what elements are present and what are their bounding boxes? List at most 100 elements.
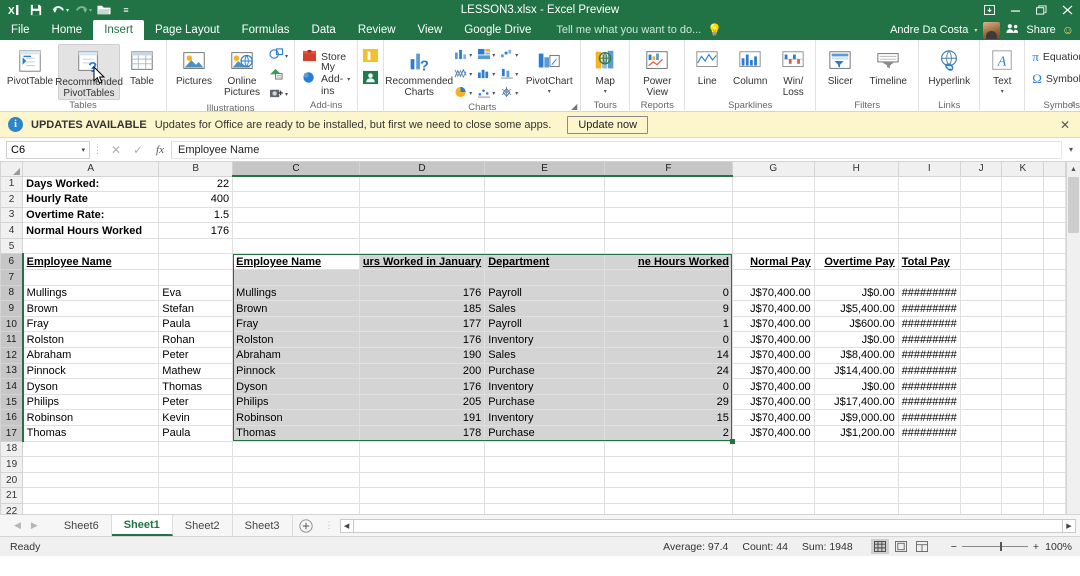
cell-E9[interactable]: Sales bbox=[484, 300, 605, 317]
cell-E2[interactable] bbox=[484, 191, 605, 208]
row-header-10[interactable]: 10 bbox=[0, 315, 24, 333]
cell-L18[interactable] bbox=[1043, 441, 1066, 458]
cell-C21[interactable] bbox=[232, 487, 360, 504]
cell-B7[interactable] bbox=[158, 269, 234, 286]
row-header-13[interactable]: 13 bbox=[0, 362, 24, 380]
cell-L16[interactable] bbox=[1043, 409, 1066, 426]
table-row[interactable]: 20 bbox=[0, 471, 1066, 489]
cell-J19[interactable] bbox=[960, 456, 1003, 473]
collapse-ribbon-icon[interactable]: ▵ bbox=[1070, 98, 1075, 109]
cell-F12[interactable]: 14 bbox=[604, 347, 733, 364]
row-header-15[interactable]: 15 bbox=[0, 393, 24, 411]
column-header-g[interactable]: G bbox=[731, 162, 815, 177]
cell-I2[interactable] bbox=[898, 191, 961, 208]
cell-G17[interactable]: J$70,400.00 bbox=[732, 425, 815, 442]
table-row[interactable]: 3 Overtime Rate: 1.5 bbox=[0, 206, 1066, 224]
scroll-grip-icon[interactable]: ⋮ bbox=[319, 521, 340, 530]
cell-B12[interactable]: Peter bbox=[158, 347, 234, 364]
formula-input[interactable]: Employee Name bbox=[171, 140, 1062, 159]
tab-formulas[interactable]: Formulas bbox=[231, 20, 301, 40]
sheet-tab-sheet3[interactable]: Sheet3 bbox=[233, 515, 293, 536]
cell-D5[interactable] bbox=[359, 238, 486, 255]
column-header-k[interactable]: K bbox=[1001, 162, 1045, 177]
cell-A3[interactable]: Overtime Rate: bbox=[22, 207, 160, 224]
cell-J2[interactable] bbox=[960, 191, 1003, 208]
table-button[interactable]: Table bbox=[122, 44, 162, 87]
cell-F20[interactable] bbox=[604, 472, 733, 489]
table-row[interactable]: 13 Pinnock Mathew Pinnock 200 Purchase 24 J$70,… bbox=[0, 362, 1066, 380]
charts-dialog-launcher-icon[interactable]: ◢ bbox=[571, 102, 577, 111]
cell-F10[interactable]: 1 bbox=[604, 316, 733, 333]
cell-A1[interactable]: Days Worked: bbox=[22, 176, 160, 193]
my-addins-button[interactable]: My Add-ins ▾ bbox=[299, 61, 353, 97]
cell-K7[interactable] bbox=[1001, 269, 1045, 286]
column-header-d[interactable]: D bbox=[358, 162, 486, 177]
cell-G16[interactable]: J$70,400.00 bbox=[732, 409, 815, 426]
row-header-18[interactable]: 18 bbox=[0, 440, 24, 458]
cell-D4[interactable] bbox=[359, 222, 486, 239]
cell-D14[interactable]: 176 bbox=[359, 378, 486, 395]
line-chart-button[interactable]: ▾ bbox=[475, 85, 497, 102]
cell-A20[interactable] bbox=[22, 472, 160, 489]
cell-J9[interactable] bbox=[960, 300, 1003, 317]
cell-L7[interactable] bbox=[1043, 269, 1066, 286]
power-view-button[interactable]: Power View bbox=[634, 44, 680, 98]
table-row[interactable]: 1 Days Worked: 22 bbox=[0, 175, 1066, 193]
cell-J7[interactable] bbox=[960, 269, 1003, 286]
cell-A12[interactable]: Abraham bbox=[22, 347, 160, 364]
cell-B6[interactable] bbox=[158, 253, 234, 271]
cell-A15[interactable]: Philips bbox=[22, 394, 160, 411]
table-row[interactable]: 5 bbox=[0, 237, 1066, 255]
cell-I18[interactable] bbox=[898, 441, 961, 458]
horizontal-scroll-track[interactable] bbox=[353, 518, 1062, 533]
cell-I9[interactable]: ######### bbox=[898, 300, 961, 317]
cell-A17[interactable]: Thomas bbox=[22, 425, 160, 442]
shapes-button[interactable]: ▾ bbox=[267, 47, 290, 65]
cell-B8[interactable]: Eva bbox=[158, 285, 234, 302]
close-button[interactable] bbox=[1054, 0, 1080, 20]
cell-D11[interactable]: 176 bbox=[359, 331, 486, 349]
cell-E12[interactable]: Sales bbox=[484, 347, 605, 364]
add-sheet-button[interactable] bbox=[293, 515, 319, 536]
cell-B3[interactable]: 1.5 bbox=[158, 207, 234, 224]
cell-G5[interactable] bbox=[732, 238, 815, 255]
cell-I17[interactable]: ######### bbox=[898, 425, 961, 442]
cell-C9[interactable]: Brown bbox=[232, 300, 360, 317]
cell-E11[interactable]: Inventory bbox=[484, 331, 605, 349]
expand-formula-bar-icon[interactable]: ▾ bbox=[1064, 145, 1078, 154]
equation-button[interactable]: π Equation ▾ bbox=[1029, 48, 1080, 66]
table-row[interactable]: 19 bbox=[0, 456, 1066, 473]
waterfall-chart-caret-icon[interactable]: ▾ bbox=[515, 52, 518, 59]
cell-K12[interactable] bbox=[1001, 347, 1045, 364]
cell-F5[interactable] bbox=[604, 238, 733, 255]
cell-I21[interactable] bbox=[898, 487, 961, 504]
scroll-left-arrow-icon[interactable]: ◀ bbox=[339, 518, 354, 533]
line-chart-caret-icon[interactable]: ▾ bbox=[492, 90, 495, 97]
tab-review[interactable]: Review bbox=[347, 20, 407, 40]
cell-B18[interactable] bbox=[158, 441, 234, 458]
row-header-11[interactable]: 11 bbox=[0, 331, 24, 349]
cell-G18[interactable] bbox=[732, 441, 815, 458]
stock-chart-caret-icon[interactable]: ▾ bbox=[515, 71, 518, 78]
cell-A16[interactable]: Robinson bbox=[22, 409, 160, 426]
row-header-16[interactable]: 16 bbox=[0, 409, 24, 426]
vertical-scroll-thumb[interactable] bbox=[1068, 177, 1079, 233]
cell-K17[interactable] bbox=[1001, 425, 1045, 442]
name-box-caret-icon[interactable]: ▾ bbox=[81, 146, 85, 154]
cell-I14[interactable]: ######### bbox=[898, 378, 961, 395]
cell-K20[interactable] bbox=[1001, 472, 1045, 489]
cell-F22[interactable] bbox=[604, 503, 733, 514]
user-name-label[interactable]: Andre Da Costa bbox=[890, 24, 968, 36]
cell-C8[interactable]: Mullings bbox=[232, 285, 360, 302]
cell-H4[interactable] bbox=[814, 222, 899, 239]
cell-B16[interactable]: Kevin bbox=[158, 409, 234, 426]
symbol-button[interactable]: Ω Symbol bbox=[1029, 70, 1080, 88]
hierarchy-chart-button[interactable]: ▾ bbox=[475, 47, 497, 64]
cell-K5[interactable] bbox=[1001, 238, 1045, 255]
table-row[interactable]: 11 Rolston Rohan Rolston 176 Inventory 0 J$70,4… bbox=[0, 331, 1066, 349]
cell-H21[interactable] bbox=[814, 487, 899, 504]
slicer-button[interactable]: Slicer bbox=[820, 44, 860, 87]
cell-K6[interactable] bbox=[1001, 253, 1045, 271]
recommended-charts-button[interactable]: ? Recommended Charts bbox=[385, 44, 453, 98]
cell-E20[interactable] bbox=[484, 472, 605, 489]
